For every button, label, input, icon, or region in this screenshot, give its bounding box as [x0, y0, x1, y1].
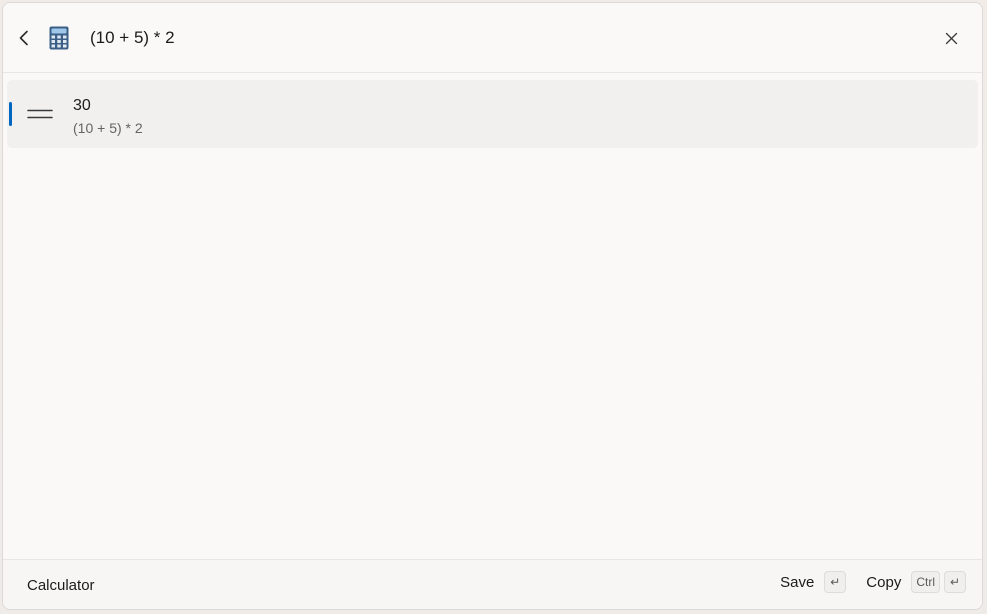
close-button[interactable]	[936, 23, 966, 53]
selection-indicator	[9, 102, 12, 126]
copy-action[interactable]: Copy Ctrl ↵	[866, 571, 966, 593]
search-input[interactable]: (10 + 5) * 2	[90, 3, 910, 73]
command-palette-window: (10 + 5) * 2 30 (10 + 5) * 2 Calculator …	[2, 2, 983, 610]
close-icon	[945, 32, 957, 44]
results-list: 30 (10 + 5) * 2	[7, 80, 978, 148]
chevron-left-icon	[19, 30, 28, 46]
calculator-icon	[49, 26, 69, 50]
result-title: 30	[73, 97, 91, 114]
save-shortcut: ↵	[824, 571, 847, 593]
enter-key-icon: ↵	[824, 571, 847, 593]
footer-bar: Calculator Save ↵ Copy Ctrl ↵	[3, 559, 982, 609]
save-action[interactable]: Save ↵	[780, 571, 847, 593]
result-subtitle: (10 + 5) * 2	[73, 120, 143, 136]
save-label: Save	[780, 573, 815, 591]
copy-label: Copy	[866, 573, 902, 591]
equals-icon	[27, 109, 53, 119]
copy-shortcut: Ctrl ↵	[911, 571, 966, 593]
result-item[interactable]: 30 (10 + 5) * 2	[7, 80, 978, 148]
ctrl-key: Ctrl	[911, 571, 940, 593]
footer-actions: Save ↵ Copy Ctrl ↵	[768, 571, 966, 593]
enter-key-icon: ↵	[944, 571, 966, 593]
back-button[interactable]	[11, 23, 37, 53]
plugin-name: Calculator	[27, 577, 95, 594]
search-bar: (10 + 5) * 2	[3, 3, 982, 73]
